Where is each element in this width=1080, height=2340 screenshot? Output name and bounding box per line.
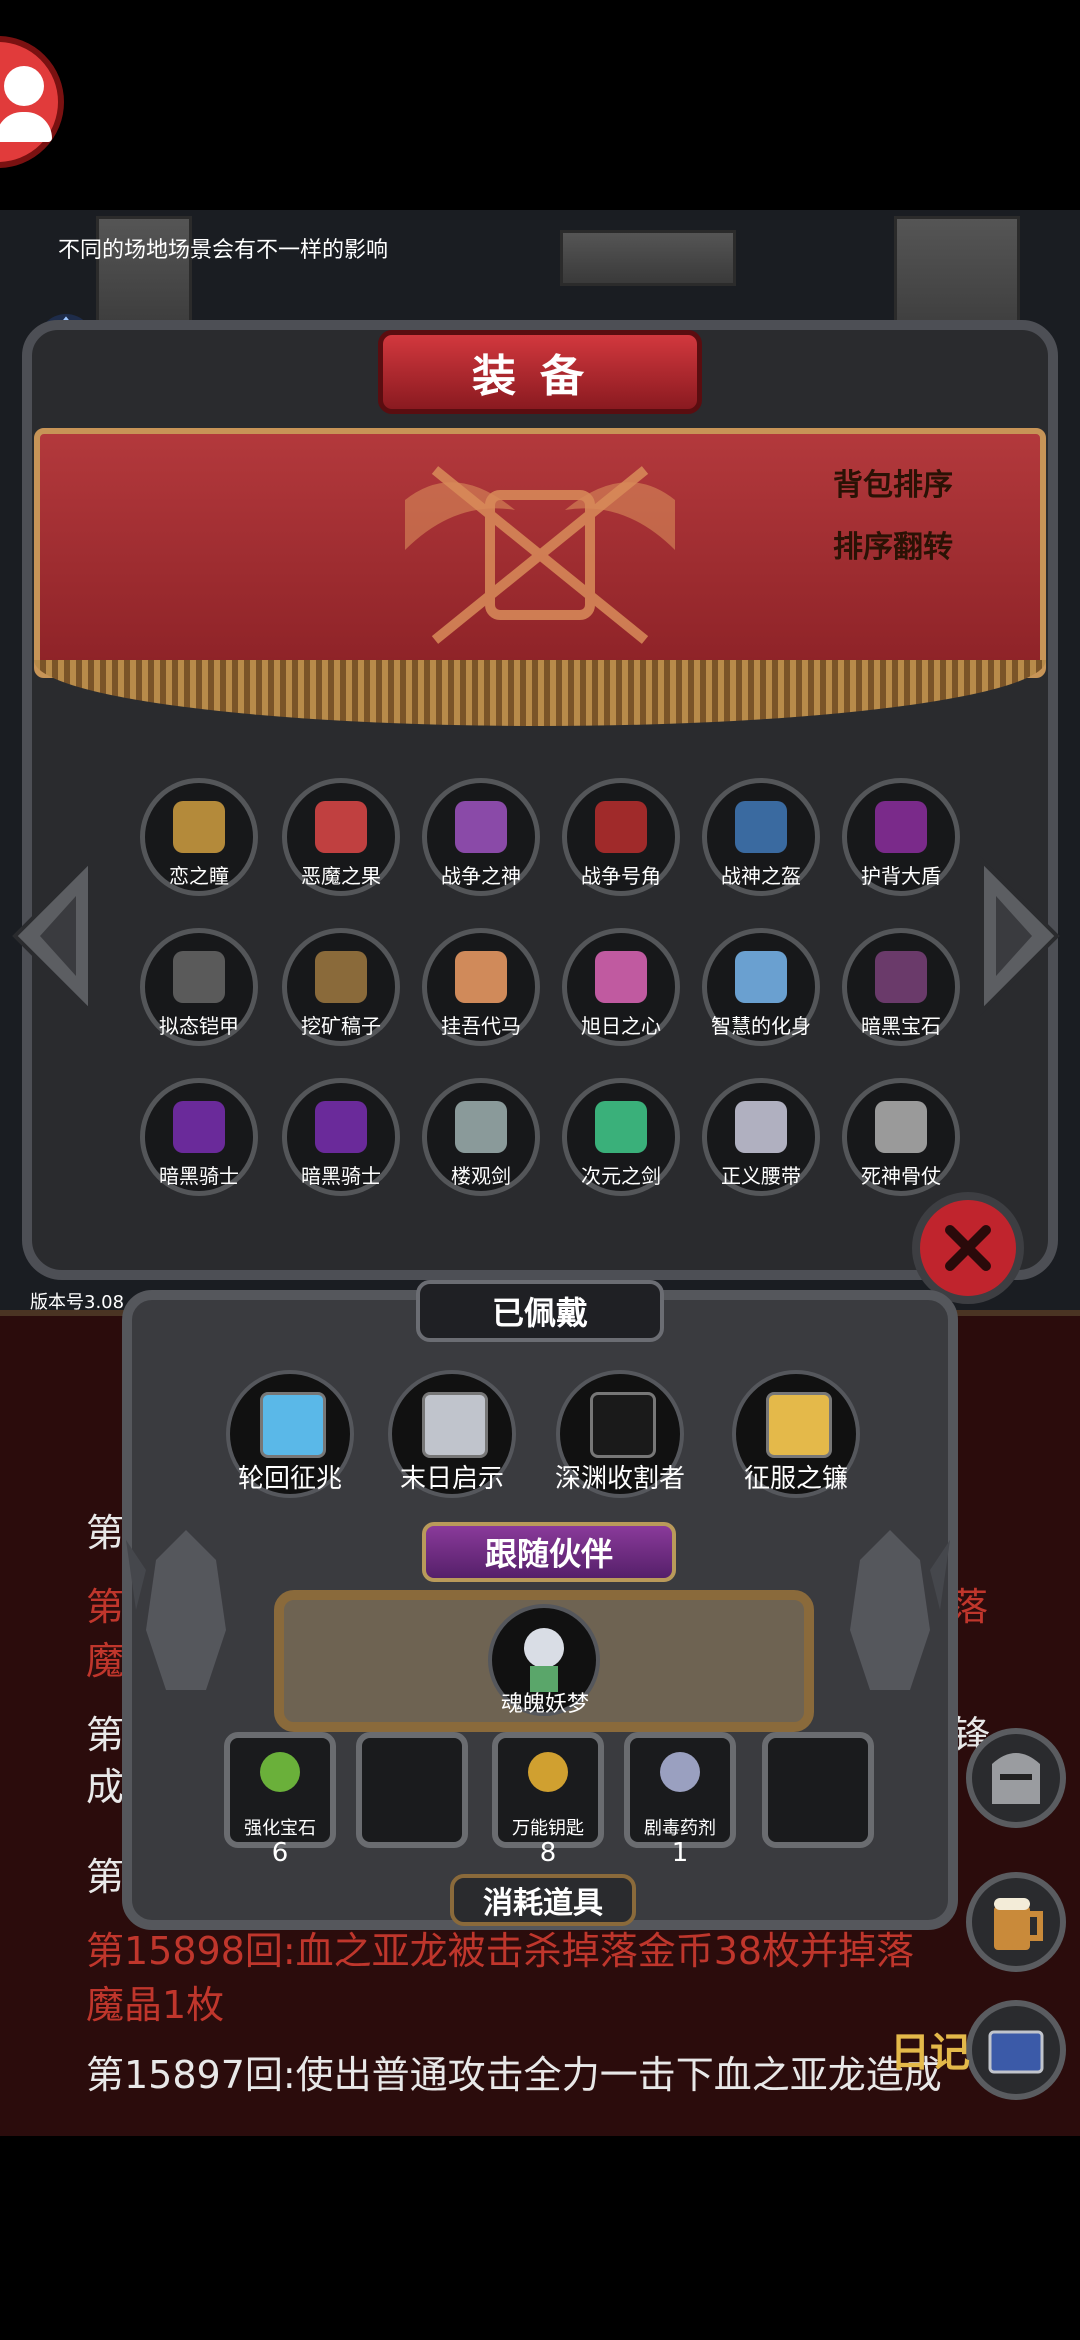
consumable-label: 万能钥匙 [512, 1818, 584, 1839]
consumable-slot[interactable] [356, 1732, 468, 1848]
sun-heart-icon [595, 951, 647, 1003]
tavern-button[interactable] [966, 1872, 1066, 1972]
inventory-item-label: 恋之瞳 [169, 864, 229, 888]
golden-scythe-icon [766, 1392, 832, 1458]
dimension-sword-icon [595, 1101, 647, 1153]
companion-title: 跟随伙伴 [422, 1522, 676, 1582]
katana-icon [455, 1101, 507, 1153]
inventory-item-label: 战神之盔 [721, 864, 801, 888]
log-line: 成 [86, 1765, 125, 1809]
previous-page-arrow-icon[interactable] [10, 856, 100, 1016]
tower-shield-icon [875, 801, 927, 853]
profile-avatar-button[interactable] [0, 36, 64, 168]
consumable-count: 8 [539, 1838, 557, 1868]
inventory-item-label: 死神骨仗 [861, 1164, 941, 1188]
stone-ledge [560, 230, 736, 286]
green-gem-icon [260, 1752, 300, 1792]
sort-bag-button[interactable]: 背包排序 [818, 456, 968, 508]
eye-pendant-icon [173, 801, 225, 853]
next-page-arrow-icon[interactable] [972, 856, 1062, 1016]
inventory-item-label: 护背大盾 [861, 864, 941, 888]
equipped-item-label: 轮回征兆 [237, 1464, 342, 1494]
consumable-count: 1 [671, 1838, 689, 1868]
consumable-label: 剧毒药剂 [644, 1818, 716, 1839]
diary-label[interactable]: 日记 [890, 2020, 970, 2078]
bone-staff-icon [875, 1101, 927, 1153]
consumable-slot[interactable] [762, 1732, 874, 1848]
reaper-icon [590, 1392, 656, 1458]
gargoyle-statue-icon [850, 1530, 950, 1690]
scene-hint-text: 不同的场地场景会有不一样的影响 [58, 238, 389, 263]
log-line: 第 [86, 1511, 125, 1555]
companion-name: 魂魄妖梦 [500, 1692, 589, 1717]
close-button[interactable] [912, 1192, 1024, 1304]
inventory-item-label: 暗黑骑士 [301, 1164, 381, 1188]
key-icon [528, 1752, 568, 1792]
battle-axe-icon [422, 1392, 488, 1458]
demon-fruit-icon [315, 801, 367, 853]
inventory-item-label: 暗黑骑士 [159, 1164, 239, 1188]
poison-potion-icon [660, 1752, 700, 1792]
knight-helmet-button[interactable] [966, 1728, 1066, 1828]
pickaxe-icon [315, 951, 367, 1003]
equipment-title: 装备 [378, 330, 702, 414]
mimic-armor-icon [173, 951, 225, 1003]
equipped-item-label: 末日启示 [399, 1464, 504, 1494]
close-icon [945, 1225, 991, 1271]
wisdom-avatar-icon [735, 951, 787, 1003]
ice-staff-icon [260, 1392, 326, 1458]
equipped-title: 已佩戴 [416, 1280, 664, 1342]
inventory-item-label: 旭日之心 [581, 1014, 661, 1038]
gargoyle-statue-icon [126, 1530, 226, 1690]
inventory-item-label: 战争之神 [441, 864, 521, 888]
inventory-item-label: 拟态铠甲 [159, 1014, 239, 1038]
war-helmet-icon [735, 801, 787, 853]
war-god-icon [455, 801, 507, 853]
beer-mug-icon [994, 1898, 1043, 1950]
equipped-item-label: 深渊收割者 [554, 1464, 685, 1494]
inventory-item-label: 恶魔之果 [301, 864, 381, 888]
consumable-label: 强化宝石 [244, 1818, 316, 1839]
centaur-icon [455, 951, 507, 1003]
knight-helmet-icon [992, 1753, 1040, 1804]
log-line: 第15897回:使出普通攻击全力一击下血之亚龙造成 [86, 2053, 942, 2097]
crossed-swords-emblem-icon [405, 466, 675, 644]
book-icon [988, 2030, 1044, 2074]
log-line: 第 [86, 1585, 125, 1629]
inventory-item-label: 挂吾代马 [441, 1014, 521, 1038]
log-line: 第 [86, 1713, 125, 1757]
war-horn-icon [595, 801, 647, 853]
consumable-count: 6 [271, 1838, 289, 1868]
log-line: 第 [86, 1855, 125, 1899]
inventory-item-label: 楼观剑 [451, 1164, 511, 1188]
inventory-item-label: 次元之剑 [581, 1164, 661, 1188]
inventory-item-label: 正义腰带 [721, 1164, 801, 1188]
justice-belt-icon [735, 1101, 787, 1153]
diary-button[interactable] [966, 2000, 1066, 2100]
dark-knight-icon [173, 1101, 225, 1153]
consumables-title: 消耗道具 [450, 1874, 636, 1926]
equipped-item-label: 征服之镰 [743, 1464, 848, 1494]
dark-gem-icon [875, 951, 927, 1003]
dark-knight-icon [315, 1101, 367, 1153]
log-line: 魔晶1枚 [86, 1983, 225, 2027]
reverse-sort-button[interactable]: 排序翻转 [818, 518, 968, 570]
inventory-item-label: 暗黑宝石 [861, 1014, 941, 1038]
inventory-item-label: 挖矿稿子 [301, 1014, 381, 1038]
user-body-icon [0, 112, 52, 142]
user-head-icon [4, 66, 44, 106]
inventory-item-label: 智慧的化身 [711, 1014, 811, 1038]
inventory-item-label: 战争号角 [581, 864, 661, 888]
